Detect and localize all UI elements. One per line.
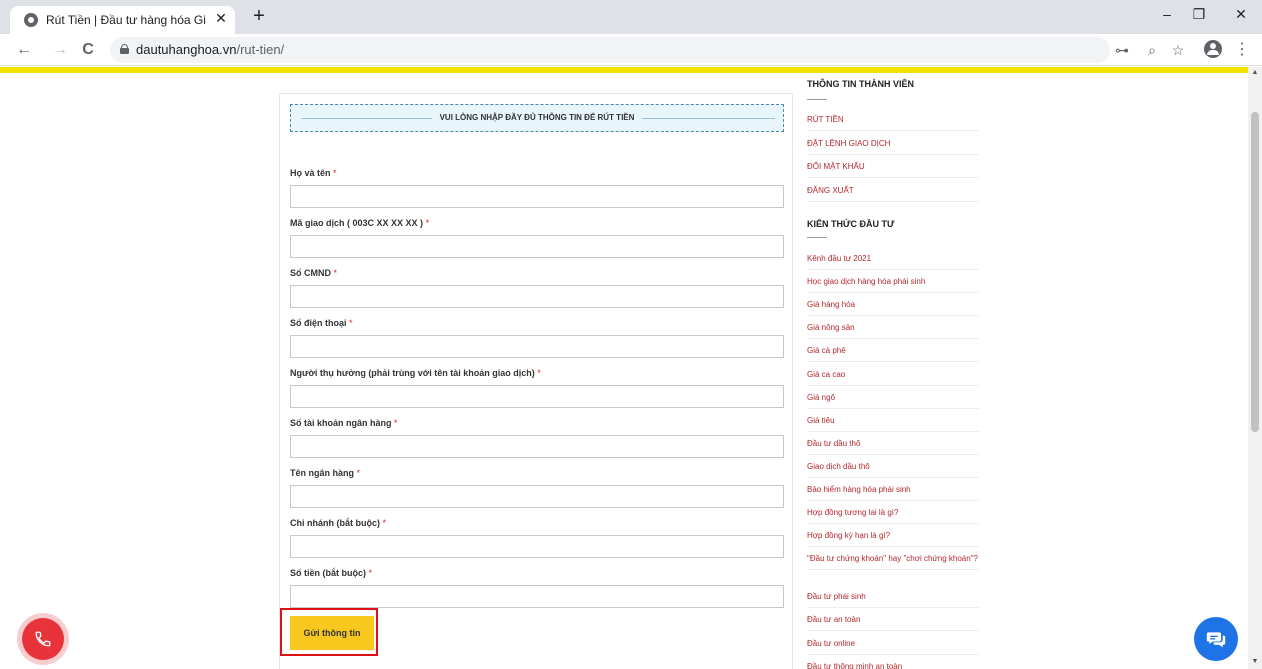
- address-bar[interactable]: dautuhanghoa.vn/rut-tien/: [110, 37, 1110, 63]
- browser-tab[interactable]: Rút Tiền | Đầu tư hàng hóa Gia C ✕: [10, 6, 235, 34]
- chat-icon: [1206, 632, 1226, 648]
- knowledge-article-link[interactable]: Giao dịch dầu thô: [807, 461, 979, 478]
- new-tab-button[interactable]: +: [248, 6, 270, 28]
- submit-button[interactable]: Gửi thông tin: [290, 616, 374, 650]
- globe-icon: [24, 13, 38, 27]
- minimize-button[interactable]: –: [1152, 4, 1182, 24]
- knowledge-article-link[interactable]: Đầu tư phái sinh: [807, 591, 979, 609]
- knowledge-article-link[interactable]: Giá ngô: [807, 392, 979, 409]
- required-mark: *: [333, 268, 338, 278]
- close-window-button[interactable]: ✕: [1226, 4, 1256, 24]
- form-notice: VUI LÒNG NHẬP ĐẦY ĐỦ THÔNG TIN ĐỂ RÚT TI…: [290, 104, 784, 132]
- field-label-text: Số điện thoại: [290, 318, 347, 328]
- page-scrollbar[interactable]: ▲ ▼: [1248, 67, 1262, 669]
- field-label: Mã giao dịch ( 003C XX XX XX ) *: [290, 218, 429, 228]
- required-mark: *: [382, 518, 387, 528]
- field-label-text: Chi nhánh (bắt buộc): [290, 518, 380, 528]
- knowledge-heading: KIẾN THỨC ĐẦU TƯ: [807, 219, 895, 229]
- member-menu-item[interactable]: ĐẶT LỆNH GIAO DỊCH: [807, 138, 979, 155]
- member-heading: THÔNG TIN THÀNH VIÊN: [807, 79, 914, 89]
- back-button[interactable]: ←: [14, 40, 34, 60]
- lock-icon: [120, 44, 129, 54]
- knowledge-article-link[interactable]: Bảo hiểm hàng hóa phái sinh: [807, 484, 979, 501]
- form-field-input[interactable]: [290, 485, 784, 508]
- form-field-input[interactable]: [290, 535, 784, 558]
- knowledge-article-link[interactable]: Đầu tư online: [807, 638, 979, 655]
- knowledge-article-link[interactable]: "Đầu tư chứng khoán" hay "chơi chứng kho…: [807, 553, 979, 571]
- field-label: Họ và tên *: [290, 168, 337, 178]
- scroll-thumb[interactable]: [1251, 112, 1259, 432]
- required-mark: *: [425, 218, 430, 228]
- notice-text: VUI LÒNG NHẬP ĐẦY ĐỦ THÔNG TIN ĐỂ RÚT TI…: [431, 113, 643, 122]
- required-mark: *: [333, 168, 337, 178]
- knowledge-article-link[interactable]: Học giao dịch hàng hóa phái sinh: [807, 276, 979, 294]
- form-field-input[interactable]: [290, 185, 784, 208]
- field-label: Người thụ hưởng (phải trùng với tên tài …: [290, 368, 541, 378]
- browser-toolbar: ← → C dautuhanghoa.vn/rut-tien/ ⊶ ⌕ ☆ ⋮: [0, 34, 1262, 66]
- form-field-input[interactable]: [290, 585, 784, 608]
- field-label: Tên ngân hàng *: [290, 468, 360, 478]
- field-label-text: Số tiền (bắt buộc): [290, 568, 366, 578]
- member-menu-item[interactable]: ĐĂNG XUẤT: [807, 185, 979, 202]
- field-label: Chi nhánh (bắt buộc) *: [290, 518, 386, 528]
- tab-close-icon[interactable]: ✕: [213, 10, 229, 26]
- field-label: Số CMND *: [290, 268, 337, 278]
- field-label-text: Tên ngân hàng: [290, 468, 354, 478]
- form-field-input[interactable]: [290, 285, 784, 308]
- form-field-input[interactable]: [290, 335, 784, 358]
- url-domain: dautuhanghoa.vn: [136, 42, 237, 57]
- knowledge-article-link[interactable]: Giá ca cao: [807, 369, 979, 386]
- key-icon[interactable]: ⊶: [1112, 40, 1132, 60]
- scroll-down-icon[interactable]: ▼: [1251, 658, 1259, 665]
- required-mark: *: [537, 368, 541, 378]
- field-label-text: Họ và tên: [290, 168, 331, 178]
- withdraw-form: VUI LÒNG NHẬP ĐẦY ĐỦ THÔNG TIN ĐỂ RÚT TI…: [279, 93, 793, 669]
- restore-button[interactable]: ❐: [1184, 4, 1214, 24]
- required-mark: *: [394, 418, 398, 428]
- knowledge-article-link[interactable]: Đầu tư dầu thô: [807, 438, 979, 455]
- field-label-text: Mã giao dịch ( 003C XX XX XX ): [290, 218, 424, 228]
- profile-avatar-icon[interactable]: [1204, 40, 1222, 58]
- knowledge-article-link[interactable]: Đầu tư thông minh an toàn: [807, 661, 979, 669]
- field-label: Số tiền (bắt buộc) *: [290, 568, 372, 578]
- phone-icon: [35, 631, 51, 647]
- member-menu-item[interactable]: RÚT TIỀN: [807, 114, 979, 131]
- field-label-text: Số CMND: [290, 268, 331, 278]
- form-field-input[interactable]: [290, 385, 784, 408]
- zoom-icon[interactable]: ⌕: [1142, 40, 1162, 60]
- heading-underline: [807, 99, 827, 100]
- url-text: dautuhanghoa.vn/rut-tien/: [136, 42, 284, 57]
- field-label-text: Số tài khoản ngân hàng: [290, 418, 392, 428]
- knowledge-article-link[interactable]: Giá nông sản: [807, 322, 979, 340]
- required-mark: *: [349, 318, 353, 328]
- form-field-input[interactable]: [290, 235, 784, 258]
- field-label: Số tài khoản ngân hàng *: [290, 418, 398, 428]
- bookmark-star-icon[interactable]: ☆: [1168, 40, 1188, 60]
- knowledge-article-link[interactable]: Giá hàng hóa: [807, 299, 979, 317]
- field-label: Số điện thoại *: [290, 318, 353, 328]
- knowledge-article-link[interactable]: Hợp đồng tương lai là gì?: [807, 507, 979, 525]
- scroll-up-icon[interactable]: ▲: [1251, 69, 1259, 76]
- member-menu-item[interactable]: ĐỔI MẬT KHẨU: [807, 161, 979, 178]
- heading-underline: [807, 237, 827, 238]
- required-mark: *: [368, 568, 373, 578]
- reload-button[interactable]: C: [78, 40, 98, 60]
- knowledge-article-link[interactable]: Hợp đồng kỳ hạn là gì?: [807, 530, 979, 548]
- chat-button[interactable]: [1194, 617, 1238, 661]
- phone-call-button[interactable]: [22, 618, 64, 660]
- form-field-input[interactable]: [290, 435, 784, 458]
- forward-button[interactable]: →: [50, 40, 70, 60]
- tab-title: Rút Tiền | Đầu tư hàng hóa Gia C: [46, 13, 206, 27]
- knowledge-article-link[interactable]: Đầu tư an toàn: [807, 614, 979, 632]
- tab-strip: Rút Tiền | Đầu tư hàng hóa Gia C ✕ + – ❐…: [0, 0, 1262, 34]
- page-viewport: VUI LÒNG NHẬP ĐẦY ĐỦ THÔNG TIN ĐỂ RÚT TI…: [0, 73, 1248, 669]
- url-path: /rut-tien/: [236, 42, 285, 57]
- knowledge-article-link[interactable]: Kênh đầu tư 2021: [807, 253, 979, 270]
- required-mark: *: [356, 468, 361, 478]
- browser-menu-icon[interactable]: ⋮: [1232, 40, 1252, 60]
- knowledge-article-link[interactable]: Giá cà phê: [807, 345, 979, 363]
- knowledge-article-link[interactable]: Giá tiêu: [807, 415, 979, 432]
- field-label-text: Người thụ hưởng (phải trùng với tên tài …: [290, 368, 535, 378]
